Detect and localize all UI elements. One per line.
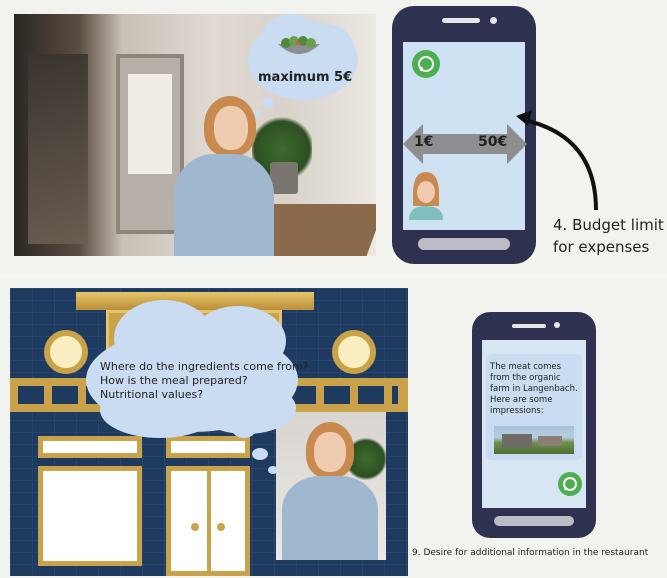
phone-speaker bbox=[442, 18, 480, 23]
woman-face bbox=[314, 432, 346, 472]
woman-photo bbox=[276, 412, 386, 560]
whatsapp-icon[interactable] bbox=[558, 472, 582, 496]
door-window bbox=[128, 74, 172, 174]
door-top bbox=[166, 436, 250, 458]
round-window-right bbox=[332, 330, 376, 374]
restaurant-door[interactable] bbox=[166, 466, 250, 576]
home-bar bbox=[418, 238, 510, 250]
message-text: The meat comes from the organic farm in … bbox=[490, 362, 578, 416]
window-left bbox=[38, 436, 142, 458]
caption-budget-line1: 4. Budget limit bbox=[553, 216, 664, 234]
bottom-panel: Where do the ingredients come from? How … bbox=[0, 278, 667, 578]
salad-bowl-icon bbox=[276, 36, 322, 58]
bubble-text: maximum 5€ bbox=[258, 70, 353, 85]
window-left-large bbox=[38, 466, 142, 566]
left-window bbox=[28, 54, 88, 244]
caption-budget-line2: for expenses bbox=[553, 238, 650, 256]
farm-image bbox=[494, 426, 574, 454]
caption-information: 9. Desire for additional information in … bbox=[412, 548, 649, 558]
thought-line-2: How is the meal prepared? bbox=[100, 374, 248, 387]
phone-speaker bbox=[512, 324, 546, 328]
woman-shirt bbox=[282, 476, 378, 560]
woman-avatar-icon bbox=[407, 172, 445, 220]
thought-line-3: Nutritional values? bbox=[100, 388, 204, 401]
thought-line-1: Where do the ingredients come from? bbox=[100, 360, 309, 373]
pointer-arrow bbox=[510, 106, 610, 216]
plant-pot bbox=[270, 162, 298, 194]
arrow-min-label: 1€ bbox=[414, 134, 434, 150]
whatsapp-icon[interactable] bbox=[412, 50, 440, 78]
woman-shirt bbox=[174, 154, 274, 256]
phone-camera bbox=[490, 17, 497, 24]
arrow-max-label: 50€ bbox=[478, 134, 508, 150]
woman-face bbox=[214, 106, 248, 150]
round-window-left bbox=[44, 330, 88, 374]
phone-camera bbox=[554, 322, 560, 328]
top-panel: maximum 5€ 1€ 50€ 4. Budget limit for ex… bbox=[0, 0, 667, 272]
home-bar bbox=[494, 516, 574, 526]
